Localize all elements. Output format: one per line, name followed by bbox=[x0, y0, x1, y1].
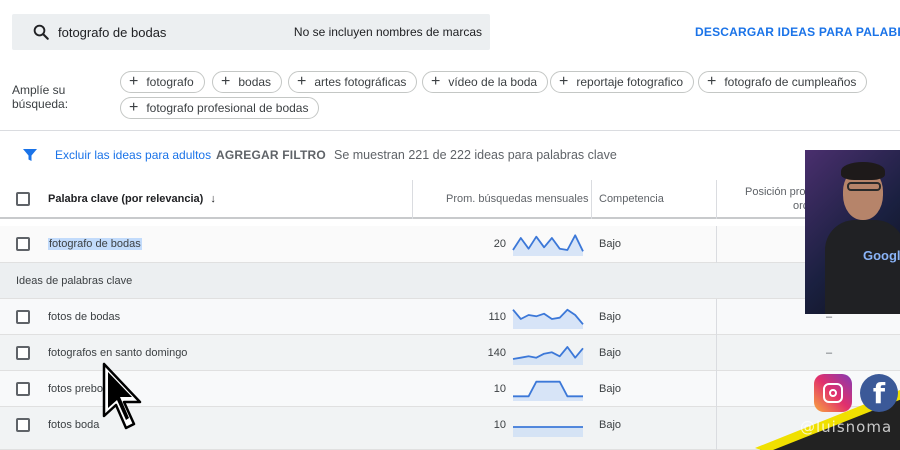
instagram-icon bbox=[814, 374, 852, 412]
competition-cell: Bajo bbox=[599, 311, 622, 323]
download-ideas-button[interactable]: DESCARGAR IDEAS PARA PALABRAS bbox=[695, 25, 900, 39]
monthly-searches-cell: 20 bbox=[493, 238, 506, 250]
section-divider bbox=[0, 130, 900, 131]
select-all-checkbox[interactable] bbox=[16, 192, 30, 206]
broaden-chip[interactable]: + artes fotográficas bbox=[288, 71, 418, 93]
plus-icon: + bbox=[129, 73, 139, 90]
column-divider bbox=[412, 180, 413, 219]
keyword-search-bar[interactable]: fotografo de bodas No se incluyen nombre… bbox=[12, 14, 490, 50]
mouse-cursor-icon bbox=[102, 362, 142, 430]
keyword-cell: fotografo de bodas bbox=[48, 238, 142, 250]
presenter-body bbox=[825, 220, 900, 314]
column-header-keyword[interactable]: Palabra clave (por relevancia) ↓ bbox=[48, 193, 216, 205]
shirt-logo-text: Googl bbox=[863, 248, 900, 263]
monthly-searches-cell: 10 bbox=[493, 419, 506, 431]
column-header-position[interactable]: Posición pro bbox=[745, 186, 806, 198]
broaden-chip[interactable]: + bodas bbox=[212, 71, 283, 93]
sparkline-area bbox=[513, 381, 583, 401]
sparkline-area bbox=[513, 427, 583, 437]
broaden-search-label: Amplíe su búsqueda: bbox=[12, 83, 69, 111]
sparkline-area bbox=[513, 235, 583, 256]
keyword-cell: fotos prebo bbox=[48, 383, 104, 395]
trend-sparkline bbox=[513, 380, 583, 401]
competition-cell: Bajo bbox=[599, 383, 622, 395]
trend-sparkline bbox=[512, 234, 584, 256]
competition-cell: Bajo bbox=[599, 238, 622, 250]
column-header-monthly-searches[interactable]: Prom. búsquedas mensuales bbox=[446, 193, 588, 205]
section-label: Ideas de palabras clave bbox=[16, 275, 133, 287]
column-divider bbox=[716, 226, 717, 263]
plus-icon: + bbox=[129, 99, 139, 116]
table-header: Palabra clave (por relevancia) ↓ Prom. b… bbox=[0, 180, 900, 219]
keyword-cell: fotos boda bbox=[48, 419, 100, 431]
social-handle: @luisnoma bbox=[800, 418, 893, 436]
keyword-cell: fotos de bodas bbox=[48, 311, 121, 323]
row-checkbox[interactable] bbox=[16, 346, 30, 360]
results-count-text: Se muestran 221 de 222 ideas para palabr… bbox=[334, 148, 617, 162]
plus-icon: + bbox=[559, 73, 569, 90]
broaden-chip[interactable]: + reportaje fotografico bbox=[550, 71, 695, 93]
position-cell: – bbox=[826, 347, 833, 359]
plus-icon: + bbox=[431, 73, 441, 90]
trend-sparkline bbox=[512, 308, 584, 329]
table-row[interactable]: fotos de bodas 110 Bajo – bbox=[0, 299, 900, 335]
table-row[interactable]: fotografo de bodas 20 Bajo bbox=[0, 226, 900, 263]
monthly-searches-cell: 140 bbox=[487, 347, 506, 359]
row-checkbox[interactable] bbox=[16, 310, 30, 324]
monthly-searches-cell: 110 bbox=[488, 311, 506, 323]
broaden-chip[interactable]: + fotografo profesional de bodas bbox=[120, 97, 320, 119]
competition-cell: Bajo bbox=[599, 347, 622, 359]
brand-names-note: No se incluyen nombres de marcas bbox=[293, 25, 482, 39]
row-checkbox[interactable] bbox=[16, 382, 30, 396]
search-query-text[interactable]: fotografo de bodas bbox=[58, 25, 166, 40]
column-divider bbox=[716, 299, 717, 450]
filter-icon[interactable] bbox=[22, 147, 38, 163]
column-header-competition[interactable]: Competencia bbox=[599, 193, 664, 205]
monthly-searches-cell: 10 bbox=[493, 383, 506, 395]
keyword-cell: fotografos en santo domingo bbox=[48, 347, 188, 359]
plus-icon: + bbox=[221, 73, 231, 90]
plus-icon: + bbox=[297, 73, 307, 90]
trend-sparkline bbox=[512, 346, 584, 365]
broaden-chip[interactable]: + fotografo bbox=[120, 71, 205, 93]
add-filter-button[interactable]: AGREGAR FILTRO bbox=[216, 148, 326, 162]
plus-icon: + bbox=[707, 73, 717, 90]
row-checkbox[interactable] bbox=[16, 418, 30, 432]
column-divider bbox=[716, 180, 717, 219]
trend-sparkline bbox=[513, 426, 583, 437]
broaden-chip[interactable]: + vídeo de la boda bbox=[422, 71, 549, 93]
keyword-ideas-section-header: Ideas de palabras clave bbox=[0, 263, 900, 299]
broaden-chip[interactable]: + fotografo de cumpleaños bbox=[698, 71, 868, 93]
exclude-adult-ideas-link[interactable]: Excluir las ideas para adultos bbox=[55, 148, 211, 162]
search-icon bbox=[33, 24, 49, 40]
competition-cell: Bajo bbox=[599, 419, 622, 431]
sort-arrow-icon: ↓ bbox=[210, 193, 216, 205]
glasses bbox=[847, 182, 881, 191]
row-checkbox[interactable] bbox=[16, 237, 30, 251]
presenter-webcam: Googl bbox=[805, 150, 900, 314]
sparkline-area bbox=[513, 347, 583, 365]
facebook-icon: f bbox=[860, 374, 898, 412]
column-divider bbox=[591, 180, 592, 219]
